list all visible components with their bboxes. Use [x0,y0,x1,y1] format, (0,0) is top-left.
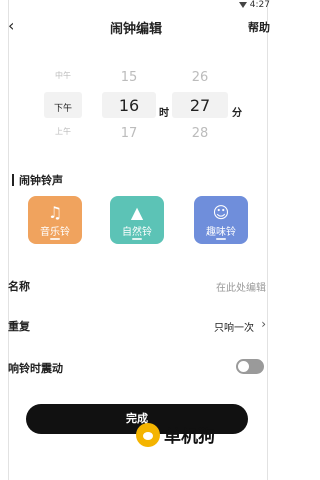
ringtone-section-title: 闹钟铃声 [12,172,63,188]
vibrate-toggle[interactable] [236,359,264,374]
vibrate-row: 响铃时震动 [8,358,266,378]
minute-prev: 26 [191,70,209,85]
ampm-selected: 下午 [53,104,72,114]
section-bar [12,174,14,186]
vibrate-label: 响铃时震动 [8,362,63,375]
header: ‹ 闹钟编辑 帮助 [0,14,272,40]
tile-label-fun: 趣味铃 [206,227,236,238]
status-bar: 4:27 [0,0,272,12]
landscape-icon: ▲ [130,203,144,222]
minute-unit: 分 [232,108,242,119]
tile-indicator [50,238,60,240]
repeat-label: 重复 [8,320,30,333]
wifi-icon [238,2,247,8]
chevron-right-icon: › [261,317,266,331]
music-note-icon: ♫ [47,203,63,222]
ringtone-title-text: 闹钟铃声 [19,174,63,187]
hour-next: 17 [120,126,138,141]
watermark-text: 单机狗 [164,427,215,447]
hour-prev: 15 [120,70,138,85]
ringtone-fun-tile[interactable]: ☺ 趣味铃 [194,196,248,244]
repeat-value: 只响一次 [214,323,254,334]
name-input[interactable]: 在此处编辑 [216,279,266,294]
status-time: 4:27 [249,0,270,10]
tile-indicator [132,238,142,240]
hour-unit: 时 [159,108,169,119]
time-picker[interactable]: 中午 下午 上午 15 16 17 时 26 27 28 分 [0,62,272,146]
toggle-knob [238,361,249,372]
ringtone-nature-tile[interactable]: ▲ 自然铃 [110,196,164,244]
ampm-next: 上午 [55,127,71,136]
help-button[interactable]: 帮助 [248,19,270,35]
repeat-row[interactable]: 重复 只响一次 › [8,316,266,336]
watermark: 单机狗 [136,422,215,447]
name-row[interactable]: 名称 在此处编辑 [8,276,266,296]
ringtone-music-tile[interactable]: ♫ 音乐铃 [28,196,82,244]
hour-selected: 16 [118,96,140,115]
smiley-icon: ☺ [212,203,230,222]
page-title: 闹钟编辑 [109,22,162,37]
tile-indicator [216,238,226,240]
dog-logo-icon [136,422,160,447]
minute-selected: 27 [189,96,211,115]
minute-next: 28 [191,126,209,141]
tile-label-music: 音乐铃 [40,227,70,238]
status-right: 4:27 [238,0,270,10]
tile-label-nature: 自然铃 [122,227,152,238]
ampm-prev: 中午 [55,71,71,80]
name-label: 名称 [8,280,30,293]
